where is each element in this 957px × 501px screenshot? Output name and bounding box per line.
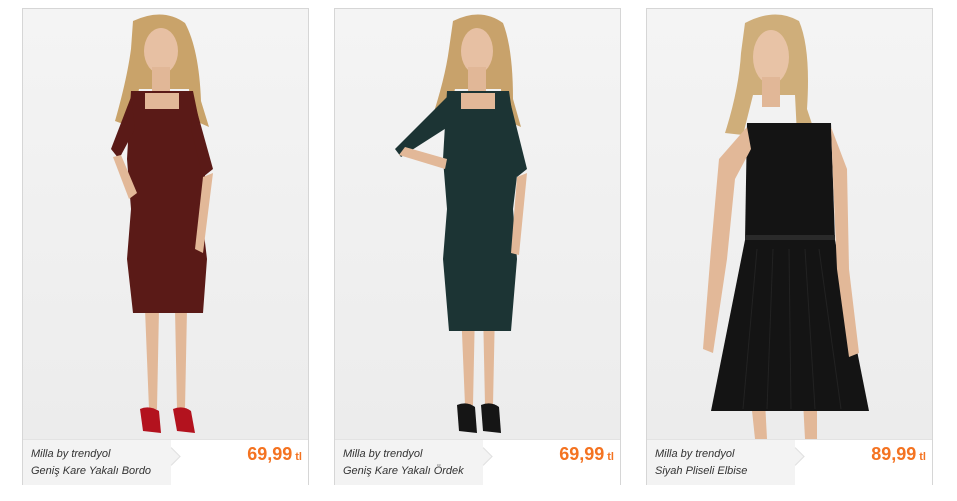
product-title[interactable]: Geniş Kare Yakalı Bordo <box>31 463 171 480</box>
product-price: 89,99 tl <box>871 444 926 465</box>
product-card[interactable]: Milla by trendyol Siyah Pliseli Elbise 8… <box>646 8 933 485</box>
product-brand: Milla by trendyol <box>343 448 423 460</box>
model-illustration <box>395 14 527 433</box>
product-title[interactable]: Siyah Pliseli Elbise <box>655 463 795 480</box>
product-info-bar[interactable]: Milla by trendyol Geniş Kare Yakalı Örde… <box>335 439 620 485</box>
product-info-bar[interactable]: Milla by trendyol Siyah Pliseli Elbise 8… <box>647 439 932 485</box>
product-info[interactable]: Milla by trendyol Geniş Kare Yakalı Bord… <box>23 440 171 485</box>
price-currency: tl <box>295 451 302 463</box>
model-illustration <box>703 14 869 439</box>
price-value: 69,99 <box>247 444 293 464</box>
price-value: 69,99 <box>559 444 605 464</box>
product-price: 69,99 tl <box>559 444 614 465</box>
product-image[interactable] <box>23 9 308 439</box>
price-currency: tl <box>919 451 926 463</box>
product-info-bar[interactable]: Milla by trendyol Geniş Kare Yakalı Bord… <box>23 439 308 485</box>
product-title[interactable]: Geniş Kare Yakalı Ördek <box>343 463 483 480</box>
price-value: 89,99 <box>871 444 917 464</box>
model-illustration <box>111 14 213 433</box>
product-card[interactable]: Milla by trendyol Geniş Kare Yakalı Örde… <box>334 8 621 485</box>
product-brand: Milla by trendyol <box>655 448 735 460</box>
product-price: 69,99 tl <box>247 444 302 465</box>
product-brand: Milla by trendyol <box>31 448 111 460</box>
price-currency: tl <box>607 451 614 463</box>
product-image[interactable] <box>335 9 620 439</box>
product-card[interactable]: Milla by trendyol Geniş Kare Yakalı Bord… <box>22 8 309 485</box>
product-image[interactable] <box>647 9 932 439</box>
product-info[interactable]: Milla by trendyol Geniş Kare Yakalı Örde… <box>335 440 483 485</box>
product-info[interactable]: Milla by trendyol Siyah Pliseli Elbise <box>647 440 795 485</box>
